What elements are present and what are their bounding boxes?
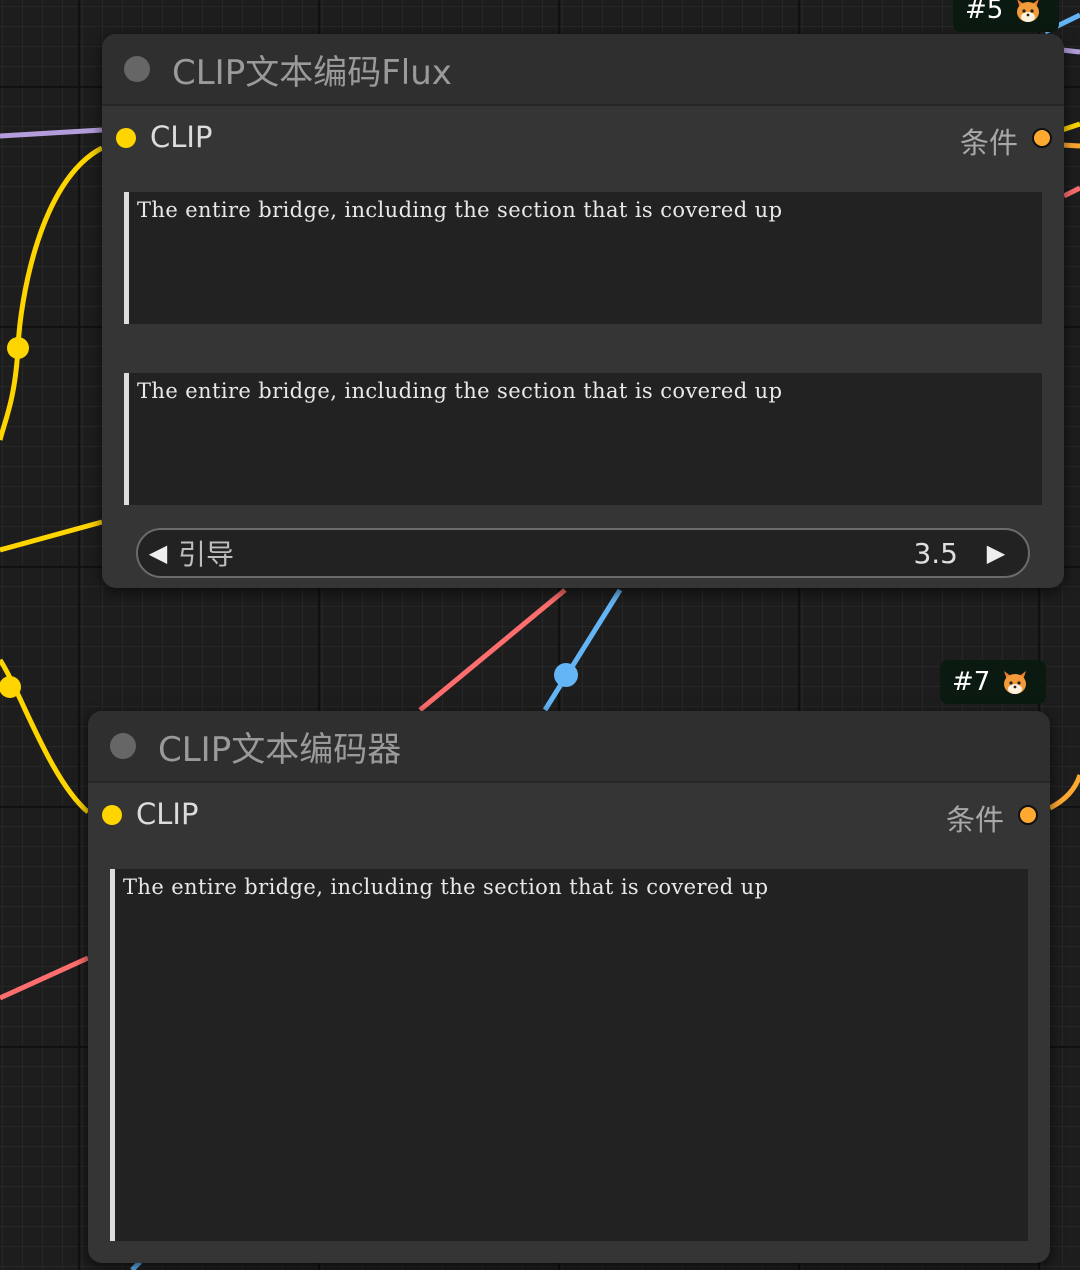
node-title: CLIP文本编码器 [158,729,402,770]
wire-model-right [1061,47,1080,55]
collapse-toggle[interactable] [124,56,150,82]
collapse-toggle[interactable] [110,733,136,759]
wire-clip-left [0,519,103,553]
wire-latent [418,588,567,712]
wire-clip-flux [0,145,104,441]
increment-arrow-icon[interactable]: ▶ [976,539,1016,568]
decrement-arrow-icon[interactable]: ◀ [138,539,178,568]
slot-row: CLIP 条件 [102,106,1064,170]
conditioning-output-slot[interactable] [1018,805,1038,825]
wire-latent-left [0,955,90,1001]
wire-model [0,127,103,139]
node-clip-text-encode[interactable]: CLIP文本编码器 CLIP 条件 The entire bridge, inc… [88,711,1050,1263]
conditioning-output-slot[interactable] [1032,128,1052,148]
conditioning-output-label: 条件 [959,126,1018,160]
wire-reroute-dot [554,663,578,687]
guidance-number-widget[interactable]: ◀ 引导 3.5 ▶ [136,528,1030,578]
fox-icon [1004,671,1027,694]
slot-row: CLIP 条件 [88,783,1050,847]
conditioning-output-label: 条件 [945,803,1004,837]
clip-input-label: CLIP [150,120,213,154]
node-clip-text-encode-flux[interactable]: CLIP文本编码Flux CLIP 条件 The entire bridge, … [102,34,1064,588]
node-id-badge: #5 [953,0,1059,32]
node-id-text: #5 [965,0,1004,25]
node-header[interactable]: CLIP文本编码Flux [102,34,1064,106]
wire-cond-encoder [1048,774,1080,811]
wire-latent-right [1062,185,1080,199]
wire-reroute-dot [0,676,21,698]
clip-input-slot[interactable] [102,805,122,825]
node-header[interactable]: CLIP文本编码器 [88,711,1050,783]
prompt-text-input[interactable]: The entire bridge, including the section… [110,869,1028,1241]
node-title: CLIP文本编码Flux [172,52,452,93]
clip-l-text-input[interactable]: The entire bridge, including the section… [124,192,1042,324]
node-id-badge: #7 [940,660,1046,704]
clip-input-slot[interactable] [116,128,136,148]
wire-cond-right [1061,121,1080,133]
wire-vae [542,588,623,712]
fox-icon [1017,0,1040,22]
guidance-label: 引导 [178,538,235,571]
wire-reroute-dot [7,337,29,359]
guidance-value[interactable]: 3.5 [913,537,958,570]
wire-cond-right [1061,142,1080,149]
wire-vae-bottom [130,1260,142,1270]
clip-input-label: CLIP [136,797,199,831]
t5xxl-text-input[interactable]: The entire bridge, including the section… [124,373,1042,505]
node-id-text: #7 [952,667,991,697]
